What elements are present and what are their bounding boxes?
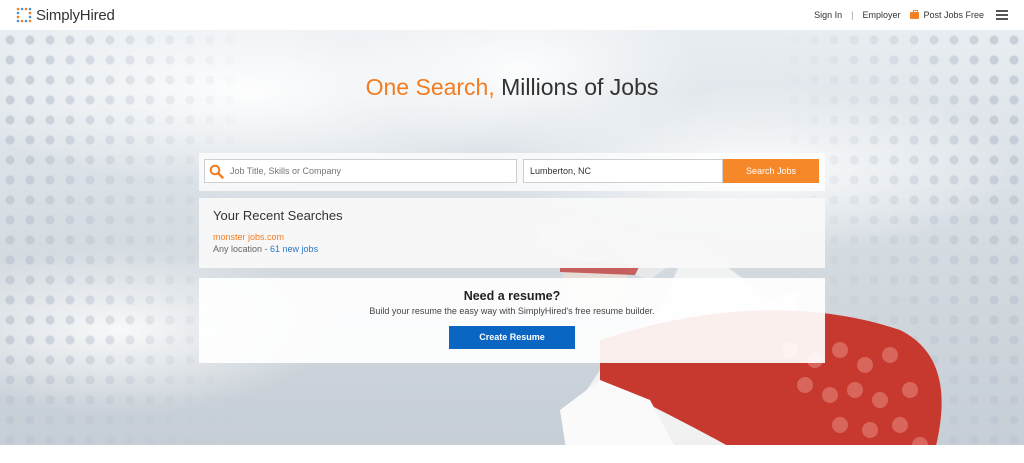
recent-search-location: Any location - bbox=[213, 244, 271, 254]
top-nav: Sign In | Employer Post Jobs Free bbox=[814, 0, 1008, 30]
where-field bbox=[523, 159, 734, 183]
search-jobs-button[interactable]: Search Jobs bbox=[723, 159, 819, 183]
search-panel: Search Jobs bbox=[199, 153, 825, 191]
sign-in-link[interactable]: Sign In bbox=[814, 10, 842, 20]
create-resume-button[interactable]: Create Resume bbox=[449, 326, 575, 349]
nav-divider: | bbox=[851, 10, 854, 20]
resume-title: Need a resume? bbox=[463, 289, 561, 303]
resume-subtitle: Build your resume the easy way with Simp… bbox=[369, 306, 655, 316]
new-jobs-link[interactable]: 61 new jobs bbox=[270, 244, 318, 254]
tagline-rest: Millions of Jobs bbox=[494, 74, 659, 100]
briefcase-icon bbox=[910, 9, 920, 19]
job-title-input[interactable] bbox=[224, 160, 516, 182]
recent-search-meta: Any location - 61 new jobs bbox=[213, 243, 811, 255]
hamburger-menu-icon[interactable] bbox=[996, 10, 1008, 20]
search-icon bbox=[209, 164, 224, 179]
post-jobs-label: Post Jobs Free bbox=[923, 10, 984, 20]
page-title: One Search, Millions of Jobs bbox=[0, 74, 1024, 101]
logo-text: SimplyHired bbox=[36, 6, 115, 24]
resume-promo-card: Need a resume? Build your resume the eas… bbox=[199, 278, 825, 363]
top-header: SimplyHired Sign In | Employer Post Jobs… bbox=[0, 0, 1024, 30]
what-field bbox=[204, 159, 517, 183]
tagline-accent: One Search, bbox=[365, 74, 495, 100]
recent-searches-card: Your Recent Searches monster jobs.com An… bbox=[199, 198, 825, 268]
recent-searches-title: Your Recent Searches bbox=[213, 208, 343, 223]
employer-link[interactable]: Employer bbox=[862, 10, 900, 20]
location-input[interactable] bbox=[524, 160, 734, 182]
logo-dots-icon bbox=[16, 7, 32, 23]
logo[interactable]: SimplyHired bbox=[16, 7, 115, 24]
recent-search-link[interactable]: monster jobs.com bbox=[213, 232, 811, 243]
post-jobs-link[interactable]: Post Jobs Free bbox=[910, 9, 984, 20]
